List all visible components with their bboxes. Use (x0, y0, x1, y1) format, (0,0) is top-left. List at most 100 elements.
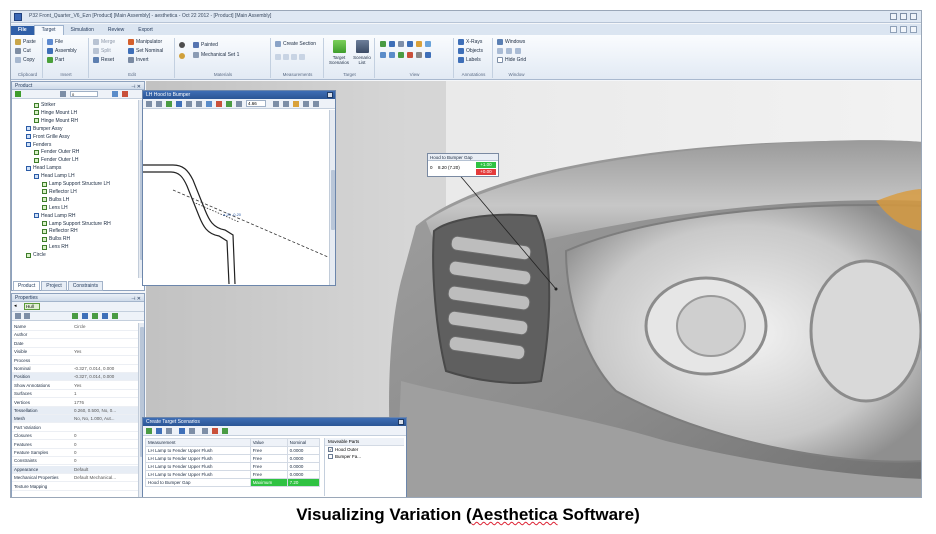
section-tool-7-icon[interactable] (236, 101, 242, 107)
view-light-icon[interactable] (416, 41, 422, 47)
property-row[interactable]: Nominal -0.327, 0.014, 0.000 (12, 365, 138, 373)
property-row[interactable]: Closures 0 (12, 432, 138, 441)
view-front-icon[interactable] (380, 41, 386, 47)
movable-part-item[interactable]: ✓ Hood Outer (325, 446, 404, 453)
render-icon[interactable] (407, 52, 413, 58)
section-check-icon[interactable] (226, 101, 232, 107)
movable-part-checkbox[interactable] (328, 454, 333, 459)
x-rays-button[interactable]: X-Rays (458, 39, 482, 45)
tab-simulation[interactable]: Simulation (64, 26, 101, 35)
maximize-icon[interactable] (900, 13, 907, 20)
property-row[interactable]: Show Annotations Yes (12, 382, 138, 390)
tab-file[interactable]: File (11, 26, 34, 35)
property-row[interactable]: Appearance Default (12, 465, 138, 474)
section-scrollbar[interactable] (329, 110, 335, 285)
ribbon-minimize-icon[interactable] (890, 26, 897, 33)
col-value[interactable]: Value (249, 438, 288, 447)
property-value[interactable]: 0 (74, 432, 77, 440)
tab-export[interactable]: Export (131, 26, 159, 35)
invert-button[interactable]: Invert (128, 57, 149, 63)
close-icon[interactable] (910, 13, 917, 20)
material-gold-button[interactable] (179, 53, 185, 59)
property-value[interactable]: -0.327, 0.014, 0.000 (74, 373, 114, 381)
tab-constraints[interactable]: Constraints (67, 281, 104, 291)
property-row[interactable]: Tessellation 0.260, 0.500, No, 0... (12, 407, 138, 415)
scenario-tool-icon[interactable] (202, 428, 208, 434)
zoom-in-icon[interactable] (380, 52, 386, 58)
property-row[interactable]: Mesh No, No, 1.000, Aut... (12, 415, 138, 424)
properties-dropdown[interactable]: ◂ (14, 303, 17, 309)
section-delete-icon[interactable] (216, 101, 222, 107)
tree-item[interactable]: Lens LH (42, 205, 68, 211)
prop-tool-4-icon[interactable] (102, 313, 108, 319)
property-value[interactable]: 0.260, 0.500, No, 0... (74, 407, 116, 415)
tree-item[interactable]: Lamp Support Structure RH (42, 221, 111, 227)
objects-button[interactable]: Objects (458, 48, 483, 54)
scenario-row[interactable]: Hood to Bumper Gap Maximum 7.20 (145, 478, 321, 487)
tree-item[interactable]: Hinge Mount LH (34, 110, 77, 116)
section-tool-6-icon[interactable] (196, 101, 202, 107)
property-value[interactable]: 0 (74, 441, 77, 449)
scenario-row[interactable]: LH Lamp to Fender Upper Flush Free 0.0000 (145, 454, 321, 463)
scenario-list-button[interactable]: Scenario List (352, 40, 372, 65)
property-value[interactable]: Default Mechanical... (74, 474, 116, 482)
search-icon[interactable] (112, 91, 118, 97)
property-row[interactable]: Mechanical Properties Default Mechanical.… (12, 474, 138, 483)
tree-item[interactable]: Reflector LH (42, 189, 77, 195)
reset-button[interactable]: Reset (93, 57, 114, 63)
property-value[interactable]: 0 (74, 457, 77, 465)
check-icon[interactable] (15, 91, 21, 97)
tree-item[interactable]: Bulbs RH (42, 236, 70, 242)
movable-part-item[interactable]: Bumper Fa... (325, 453, 404, 460)
tree-item[interactable]: Bumper Assy (26, 126, 62, 132)
view-iso-icon[interactable] (407, 41, 413, 47)
camera-icon[interactable] (425, 52, 431, 58)
tab-project[interactable]: Project (41, 281, 67, 291)
create-section-button[interactable]: Create Section (275, 41, 316, 47)
copy-scenario-icon[interactable] (166, 428, 172, 434)
alphabetical-icon[interactable] (24, 313, 30, 319)
property-row[interactable]: Visible Yes (12, 348, 138, 357)
property-value[interactable]: -0.327, 0.014, 0.000 (74, 365, 114, 373)
tree-item[interactable]: Fender Outer RH (34, 149, 79, 155)
tab-product[interactable]: Product (13, 281, 41, 291)
copy-button[interactable]: Copy (15, 57, 35, 63)
tree-item[interactable]: Front Grille Assy (26, 134, 70, 140)
section-tool-2-icon[interactable] (156, 101, 162, 107)
tab-target[interactable]: Target (33, 25, 64, 35)
section-tool-10-icon[interactable] (293, 101, 299, 107)
tile-icon[interactable] (497, 48, 503, 54)
add-scenario-icon[interactable] (146, 428, 152, 434)
target-scenarios-button[interactable]: Target Scenarios (329, 40, 349, 65)
property-row[interactable]: Process (12, 357, 138, 365)
split-view-icon[interactable] (515, 48, 521, 54)
hide-grid-button[interactable]: Hide Grid (497, 57, 526, 63)
col-nominal[interactable]: Nominal (286, 438, 321, 447)
merge-button[interactable]: Merge (93, 39, 115, 45)
target-scenarios-dialog[interactable]: Create Target Scenarios Measurement Valu… (142, 417, 407, 497)
labels-button[interactable]: Labels (458, 57, 481, 63)
manipulator-button[interactable]: Manipulator (128, 39, 162, 45)
delete-scenario-icon[interactable] (212, 428, 218, 434)
selected-object[interactable]: Hull (24, 303, 40, 310)
cascade-icon[interactable] (506, 48, 512, 54)
tree-item[interactable]: Striker (34, 102, 55, 108)
fit-view-icon[interactable] (398, 52, 404, 58)
tree-item[interactable]: Head Lamp RH (34, 213, 75, 219)
tree-item[interactable]: Reflector RH (42, 228, 78, 234)
mechanical-set-button[interactable]: Mechanical Set 1 (193, 52, 239, 58)
section-close-icon[interactable] (327, 92, 333, 98)
edit-scenario-icon[interactable] (156, 428, 162, 434)
set-nominal-button[interactable]: Set Nominal (128, 48, 163, 54)
split-button[interactable]: Split (93, 48, 111, 54)
movable-part-checkbox[interactable]: ✓ (328, 447, 333, 452)
assembly-button[interactable]: Assembly (47, 48, 77, 54)
property-value[interactable]: No, No, 1.000, Aut... (74, 415, 115, 423)
prop-tool-3-icon[interactable] (92, 313, 98, 319)
property-row[interactable]: Surfaces 1 (12, 390, 138, 399)
property-row[interactable]: Feature Samples 0 (12, 449, 138, 457)
property-value[interactable]: 1776 (74, 399, 84, 407)
property-value[interactable]: Default (74, 466, 88, 474)
categorized-icon[interactable] (15, 313, 21, 319)
prop-tool-5-icon[interactable] (112, 313, 118, 319)
